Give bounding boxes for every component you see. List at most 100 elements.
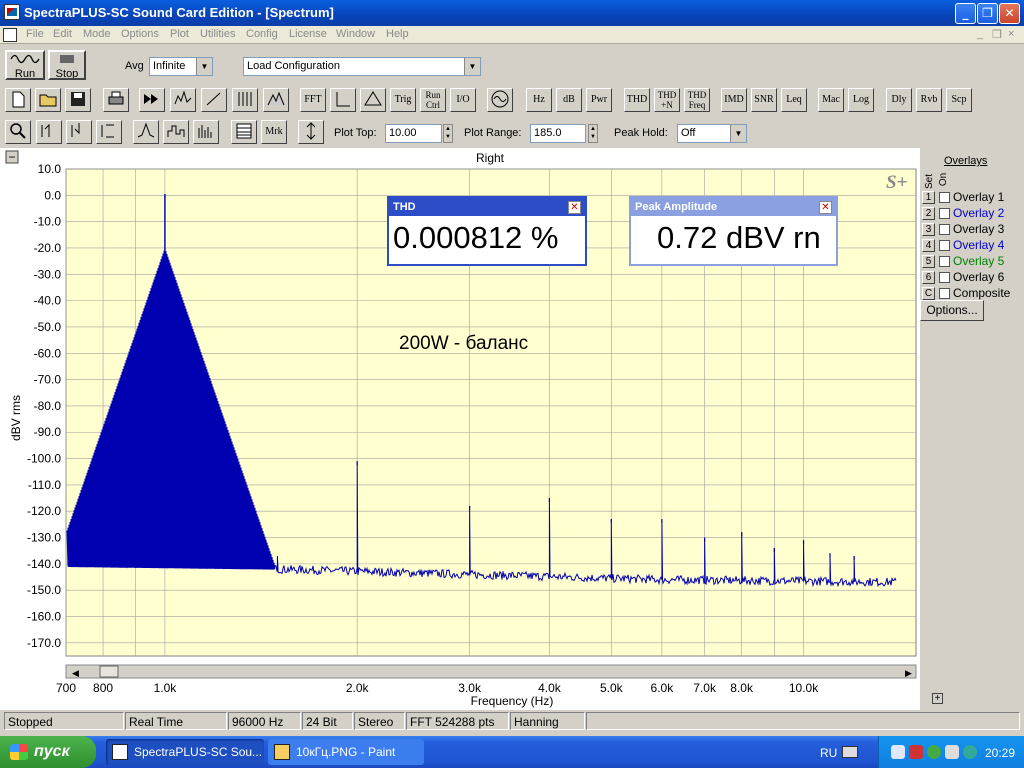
save-button[interactable]	[65, 88, 91, 112]
keyboard-icon[interactable]	[842, 746, 858, 758]
open-button[interactable]	[35, 88, 61, 112]
overlay-set-button[interactable]: 1	[922, 191, 935, 205]
overlay-set-button[interactable]: 4	[922, 239, 935, 253]
thd-freq-button[interactable]: THD Freq	[684, 88, 710, 112]
menu-window[interactable]: Window	[336, 28, 375, 40]
network-icon[interactable]	[891, 745, 905, 759]
task-spectraplus[interactable]: SpectraPLUS-SC Sou...	[106, 739, 264, 765]
thd-button[interactable]: THD	[624, 88, 650, 112]
table-button[interactable]	[231, 120, 257, 144]
task-paint[interactable]: 10кГц.PNG - Paint	[268, 739, 424, 765]
overlay-checkbox[interactable]	[939, 272, 950, 284]
overlay-set-button[interactable]: 3	[922, 223, 935, 237]
app-icon[interactable]	[4, 4, 20, 20]
scroll-left-icon[interactable]: ◀	[72, 668, 79, 678]
peak-amplitude-readout[interactable]: Peak Amplitude ✕ 0.72 dBV rn	[629, 196, 838, 266]
scroll-right-icon[interactable]: ▶	[905, 668, 912, 678]
scp-button[interactable]: Scp	[946, 88, 972, 112]
plus-icon[interactable]: +	[932, 693, 943, 704]
log-button[interactable]: Log	[848, 88, 874, 112]
overlay-set-button[interactable]: 5	[922, 255, 935, 269]
y-scale-button[interactable]	[298, 120, 324, 144]
mdi-close-button[interactable]: ×	[1008, 28, 1014, 40]
language-indicator[interactable]: RU	[820, 746, 837, 760]
scroll-thumb[interactable]	[99, 665, 119, 678]
menu-config[interactable]: Config	[246, 28, 278, 40]
close-button[interactable]: ✕	[999, 3, 1020, 24]
maximize-button[interactable]: ❐	[977, 3, 998, 24]
start-button[interactable]: пуск	[0, 736, 96, 768]
trig-button[interactable]: Trig	[390, 88, 416, 112]
snr-button[interactable]: SNR	[751, 88, 777, 112]
zoom-out-button[interactable]	[66, 120, 92, 144]
hz-button[interactable]: Hz	[526, 88, 552, 112]
weighting-button[interactable]	[360, 88, 386, 112]
rvb-button[interactable]: Rvb	[916, 88, 942, 112]
forward-button[interactable]	[139, 88, 165, 112]
config-select[interactable]: Load Configuration ▼	[243, 57, 481, 76]
stop-button[interactable]: Stop	[48, 50, 86, 80]
step-plot-button[interactable]	[163, 120, 189, 144]
document-icon[interactable]	[3, 28, 17, 42]
mac-button[interactable]: Mac	[818, 88, 844, 112]
pwr-button[interactable]: Pwr	[586, 88, 612, 112]
spectrum-mode-button[interactable]	[170, 88, 196, 112]
menu-edit[interactable]: Edit	[53, 28, 72, 40]
security-icon[interactable]	[909, 745, 923, 759]
close-icon[interactable]: ✕	[568, 201, 581, 214]
plot-range-input[interactable]: 185.0	[530, 124, 586, 143]
thd-readout[interactable]: THD ✕ 0.000812 %	[387, 196, 587, 266]
axis-button[interactable]	[330, 88, 356, 112]
overlay-checkbox[interactable]	[939, 288, 950, 300]
bar-plot-button[interactable]	[193, 120, 219, 144]
plot-top-input[interactable]: 10.00	[385, 124, 442, 143]
thd-n-button[interactable]: THD +N	[654, 88, 680, 112]
overlay-checkbox[interactable]	[939, 256, 950, 268]
mdi-minimize-button[interactable]: _	[977, 28, 983, 40]
imd-button[interactable]: IMD	[721, 88, 747, 112]
horizontal-scrollbar[interactable]: ◀ ▶	[65, 664, 917, 679]
update-icon[interactable]	[963, 745, 977, 759]
line-plot-button[interactable]	[133, 120, 159, 144]
close-icon[interactable]: ✕	[819, 201, 832, 214]
io-button[interactable]: I/O	[450, 88, 476, 112]
zoom-button[interactable]	[5, 120, 31, 144]
overlay-checkbox[interactable]	[939, 240, 950, 252]
generator-button[interactable]	[487, 88, 513, 112]
mdi-restore-button[interactable]: ❐	[992, 28, 1002, 41]
marker-button[interactable]: Mrk	[261, 120, 287, 144]
overlay-options-button[interactable]: Options...	[920, 300, 984, 321]
menu-file[interactable]: File	[26, 28, 44, 40]
3d-surface-button[interactable]	[263, 88, 289, 112]
volume-icon[interactable]	[945, 745, 959, 759]
time-mode-button[interactable]	[201, 88, 227, 112]
overlay-checkbox[interactable]	[939, 224, 950, 236]
menu-options[interactable]: Options	[121, 28, 159, 40]
run-button[interactable]: Run	[5, 50, 45, 80]
leq-button[interactable]: Leq	[781, 88, 807, 112]
zoom-full-button[interactable]	[96, 120, 122, 144]
overlay-set-button[interactable]: 6	[922, 271, 935, 285]
db-button[interactable]: dB	[556, 88, 582, 112]
print-button[interactable]	[103, 88, 129, 112]
menu-help[interactable]: Help	[386, 28, 409, 40]
plot-top-spinner[interactable]: ▲ ▼	[443, 124, 453, 143]
spectrogram-button[interactable]	[232, 88, 258, 112]
menu-plot[interactable]: Plot	[170, 28, 189, 40]
avg-select[interactable]: Infinite ▼	[149, 57, 213, 76]
overlay-set-button[interactable]: 2	[922, 207, 935, 221]
overlay-checkbox[interactable]	[939, 192, 950, 204]
minimize-button[interactable]: _	[955, 3, 976, 24]
overlay-checkbox[interactable]	[939, 208, 950, 220]
run-ctrl-button[interactable]: Run Ctrl	[420, 88, 446, 112]
menu-mode[interactable]: Mode	[83, 28, 111, 40]
overlay-set-button[interactable]: C	[922, 287, 935, 301]
zoom-in-button[interactable]	[36, 120, 62, 144]
peak-hold-select[interactable]: Off ▼	[677, 124, 747, 143]
dly-button[interactable]: Dly	[886, 88, 912, 112]
menu-utilities[interactable]: Utilities	[200, 28, 235, 40]
plot-range-spinner[interactable]: ▲ ▼	[588, 124, 598, 143]
new-file-button[interactable]	[5, 88, 31, 112]
fft-button[interactable]: FFT	[300, 88, 326, 112]
antivirus-icon[interactable]	[927, 745, 941, 759]
